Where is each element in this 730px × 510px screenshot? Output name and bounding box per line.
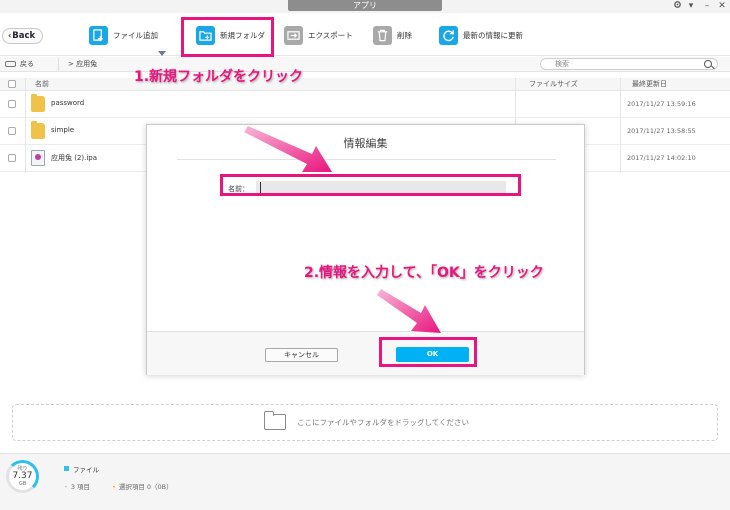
selected-count: 選択項目 0（0B） — [112, 481, 173, 491]
delete-button[interactable]: 削除 — [373, 23, 412, 47]
storage-ring: 残り 7.37 GB — [6, 460, 39, 493]
add-file-label: ファイル追加 — [113, 30, 158, 40]
drop-zone-text: ここにファイルやフォルダをドラッグしてください — [297, 418, 470, 427]
refresh-label: 最新の情報に更新 — [463, 30, 523, 40]
back-button-label: Back — [12, 31, 36, 41]
path-back-label: 戻る — [20, 60, 34, 68]
chevron-left-icon: ‹ — [8, 31, 12, 40]
folder-icon — [264, 411, 286, 430]
table-row[interactable]: password 2017/11/27 13:59:16 — [0, 91, 730, 118]
file-date: 2017/11/27 14:02:10 — [627, 154, 696, 162]
close-button[interactable]: ✕ — [715, 0, 729, 13]
chevron-down-icon[interactable] — [158, 51, 166, 56]
back-button[interactable]: ‹Back — [2, 28, 43, 44]
status-bar: 残り 7.37 GB ファイル 3 項目 選択項目 0（0B） — [0, 453, 730, 510]
select-all-checkbox[interactable] — [8, 80, 16, 88]
folder-icon — [31, 121, 45, 139]
row-checkbox[interactable] — [8, 100, 16, 108]
dialog-title: 情報編集 — [343, 137, 388, 150]
drop-zone[interactable]: ここにファイルやフォルダをドラッグしてください — [12, 404, 718, 441]
column-header-date[interactable]: 最終更新日 — [632, 79, 667, 89]
folder-icon — [31, 94, 45, 112]
divider — [177, 159, 556, 160]
row-checkbox[interactable] — [8, 154, 16, 162]
window-title: アプリ — [288, 0, 442, 11]
storage-unit: GB — [18, 481, 27, 487]
title-bar: アプリ ▾ – ✕ — [0, 0, 730, 13]
export-label: エクスポート — [308, 30, 353, 40]
delete-label: 削除 — [397, 30, 412, 40]
divider — [58, 58, 59, 71]
search-box[interactable]: 検索 — [540, 58, 718, 70]
path-back-button[interactable]: 戻る — [5, 58, 55, 70]
file-name: simple — [51, 126, 75, 134]
add-file-button[interactable]: ファイル追加 — [89, 23, 158, 47]
drive-icon — [5, 61, 16, 67]
search-placeholder: 検索 — [555, 60, 569, 68]
ipa-file-icon — [31, 150, 45, 166]
item-count: 3 項目 — [64, 481, 90, 491]
export-button[interactable]: エクスポート — [284, 23, 353, 47]
annotation-step2: 2.情報を入力して、「OK」をクリック — [304, 265, 544, 281]
highlight-ok-button — [379, 337, 477, 367]
column-header-size[interactable]: ファイルサイズ — [529, 79, 578, 89]
legend-swatch — [64, 466, 69, 471]
cancel-button[interactable]: キャンセル — [265, 348, 338, 362]
highlight-name-field — [220, 174, 521, 196]
trash-icon — [373, 25, 392, 45]
file-name: password — [51, 99, 85, 107]
storage-value: 7.37 — [12, 471, 33, 481]
row-checkbox[interactable] — [8, 127, 16, 135]
edit-info-dialog: 情報編集 名前： キャンセル OK — [146, 124, 585, 375]
legend-label: ファイル — [73, 466, 99, 474]
column-header-name[interactable]: 名前 — [35, 79, 49, 89]
search-icon[interactable] — [704, 60, 712, 68]
refresh-icon — [439, 25, 458, 45]
path-bar: 戻る > 应用兔 検索 — [0, 57, 730, 72]
gear-icon[interactable] — [670, 0, 684, 13]
export-icon — [284, 25, 303, 45]
annotation-step1: 1.新規フォルダをクリック — [134, 69, 304, 85]
refresh-button[interactable]: 最新の情報に更新 — [439, 23, 523, 47]
file-date: 2017/11/27 13:59:16 — [627, 100, 696, 108]
add-file-icon — [89, 25, 108, 45]
dialog-footer: キャンセル OK — [147, 331, 584, 375]
highlight-new-folder — [181, 17, 274, 57]
toolbar: ‹Back ファイル追加 新規フォルダ エクスポート 削除 最新の情報に更新 — [0, 13, 730, 56]
file-name: 应用兔 (2).ipa — [51, 154, 98, 162]
menu-caret-icon[interactable]: ▾ — [684, 0, 698, 13]
file-date: 2017/11/27 13:58:55 — [627, 127, 696, 135]
minimize-button[interactable]: – — [700, 0, 714, 13]
breadcrumb[interactable]: > 应用兔 — [68, 58, 97, 70]
